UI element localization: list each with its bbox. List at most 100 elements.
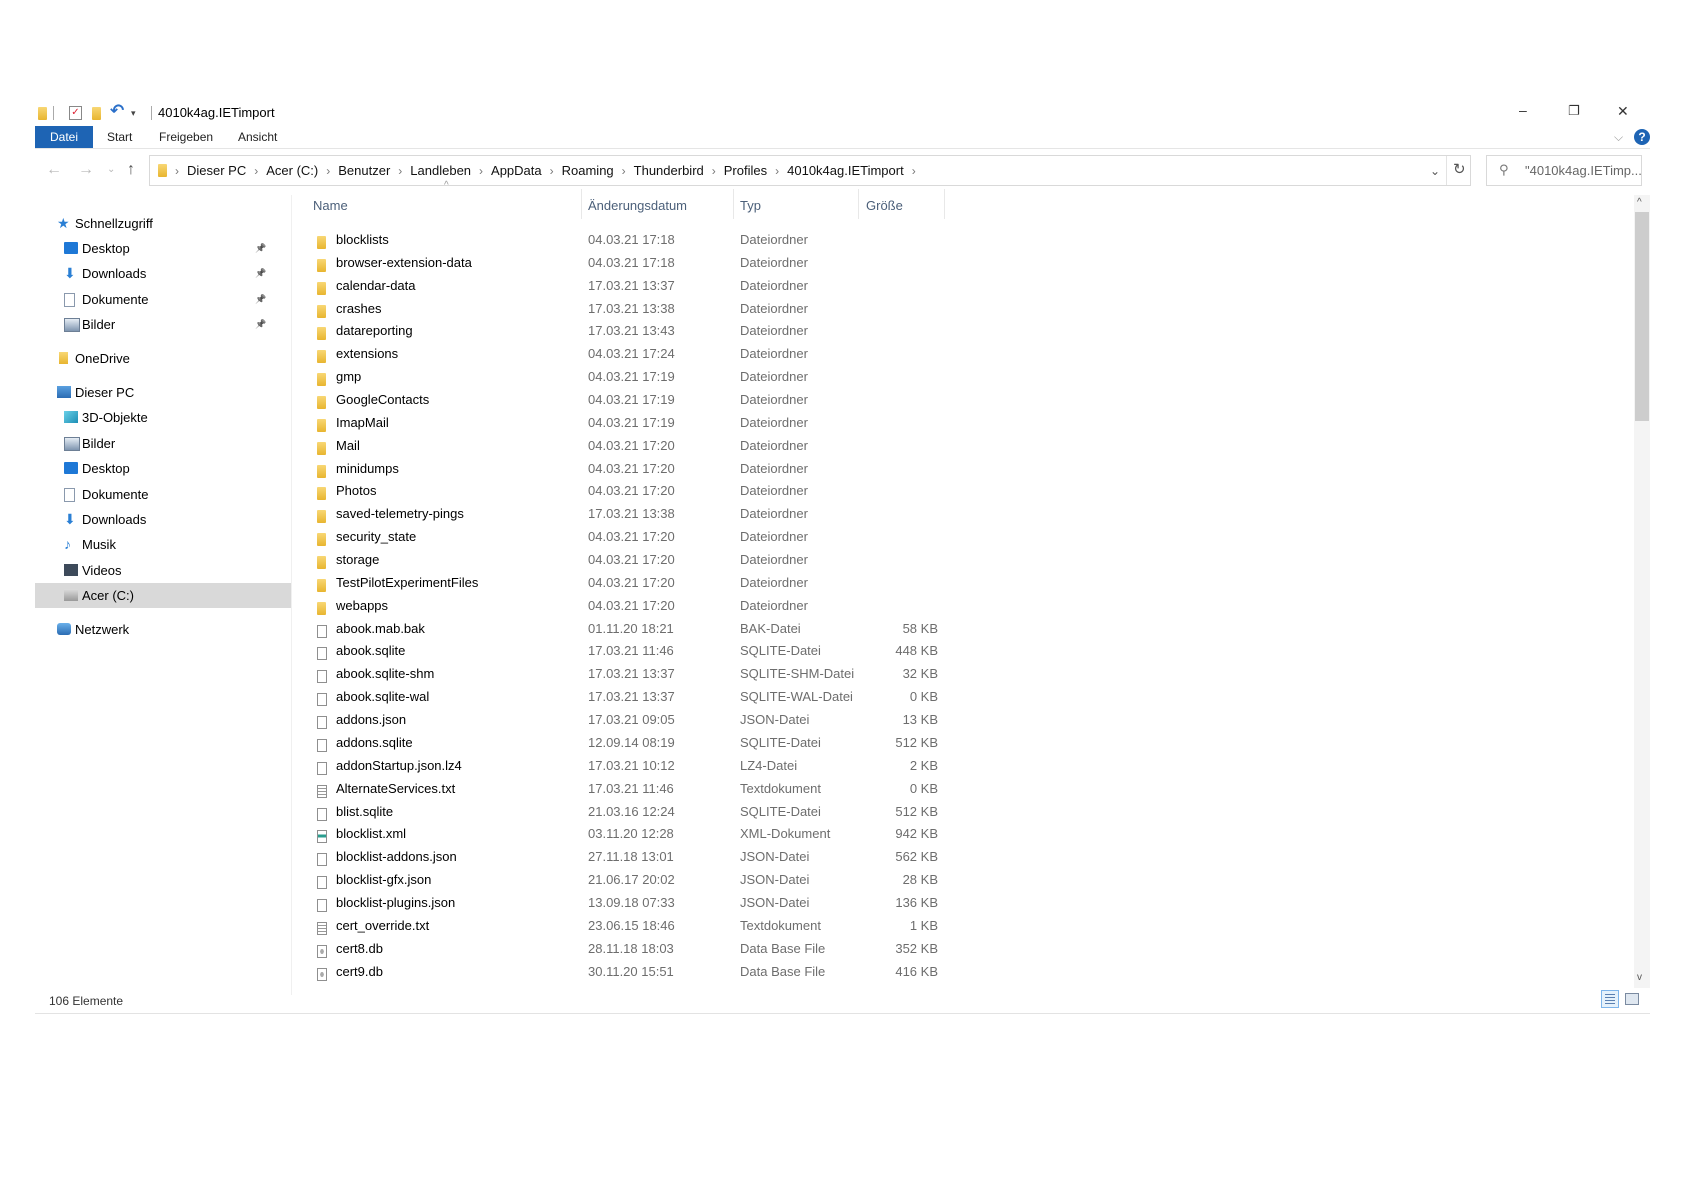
file-row[interactable]: abook.sqlite-wal 17.03.21 13:37 SQLITE-WAL… bbox=[293, 685, 953, 708]
file-row[interactable]: browser-extension-data 04.03.21 17:18 Date… bbox=[293, 251, 953, 274]
sidebar-item[interactable]: ⬇ Downloads bbox=[35, 507, 291, 532]
sidebar-item[interactable]: ♪ Musik bbox=[35, 532, 291, 557]
recent-locations-button[interactable]: ⌄ bbox=[107, 155, 115, 185]
tab-datei[interactable]: Datei bbox=[35, 126, 93, 148]
file-row[interactable]: Mail 04.03.21 17:20 Dateiordner bbox=[293, 434, 953, 457]
file-row[interactable]: cert_override.txt 23.06.15 18:46 Textdokum… bbox=[293, 914, 953, 937]
breadcrumb-item[interactable]: AppData bbox=[487, 163, 546, 178]
sidebar-item[interactable]: 3D-Objekte bbox=[35, 405, 291, 430]
breadcrumb-separator-icon[interactable]: › bbox=[322, 164, 334, 178]
sidebar-item[interactable]: Dokumente 📌 bbox=[35, 287, 291, 312]
properties-icon[interactable]: ✓ bbox=[69, 106, 82, 120]
scroll-down-arrow[interactable]: v bbox=[1637, 969, 1642, 987]
sidebar-item[interactable]: Desktop bbox=[35, 456, 291, 481]
breadcrumb-separator-icon[interactable]: › bbox=[475, 164, 487, 178]
close-button[interactable]: ✕ bbox=[1617, 102, 1629, 120]
sidebar-item[interactable]: Bilder bbox=[35, 431, 291, 456]
breadcrumb-item[interactable]: Profiles bbox=[720, 163, 771, 178]
file-row[interactable]: addons.sqlite 12.09.14 08:19 SQLITE-Datei 5… bbox=[293, 731, 953, 754]
file-row[interactable]: cert8.db 28.11.18 18:03 Data Base File 352 … bbox=[293, 937, 953, 960]
breadcrumb-separator-icon[interactable]: › bbox=[394, 164, 406, 178]
column-header-type[interactable]: Typ bbox=[740, 196, 761, 216]
large-icons-view-button[interactable] bbox=[1625, 993, 1639, 1005]
breadcrumb-separator-icon[interactable]: › bbox=[771, 164, 783, 178]
address-dropdown-icon[interactable]: ⌄ bbox=[1430, 162, 1440, 180]
breadcrumb-item[interactable]: Benutzer bbox=[334, 163, 394, 178]
breadcrumb-separator-icon[interactable]: › bbox=[618, 164, 630, 178]
pin-icon[interactable]: 📌 bbox=[255, 236, 266, 261]
sidebar-item[interactable]: Bilder 📌 bbox=[35, 312, 291, 337]
new-folder-icon[interactable] bbox=[92, 107, 101, 123]
file-row[interactable]: datareporting 17.03.21 13:43 Dateiordner bbox=[293, 319, 953, 342]
back-button[interactable]: ← bbox=[46, 155, 62, 185]
file-row[interactable]: webapps 04.03.21 17:20 Dateiordner bbox=[293, 594, 953, 617]
file-row[interactable]: addons.json 17.03.21 09:05 JSON-Datei 13 KB bbox=[293, 708, 953, 731]
file-row[interactable]: TestPilotExperimentFiles 04.03.21 17:20 Da… bbox=[293, 571, 953, 594]
sidebar-item[interactable]: OneDrive bbox=[35, 346, 291, 371]
file-row[interactable]: crashes 17.03.21 13:38 Dateiordner bbox=[293, 297, 953, 320]
undo-icon[interactable]: ↶ bbox=[110, 102, 124, 120]
up-button[interactable]: ↑ bbox=[127, 155, 135, 185]
sidebar-item[interactable]: Videos bbox=[35, 558, 291, 583]
file-row[interactable]: AlternateServices.txt 17.03.21 11:46 Textd… bbox=[293, 777, 953, 800]
tab-freigeben[interactable]: Freigeben bbox=[159, 126, 213, 148]
file-row[interactable]: security_state 04.03.21 17:20 Dateiordner bbox=[293, 525, 953, 548]
pin-icon[interactable]: 📌 bbox=[255, 261, 266, 286]
file-row[interactable]: cert9.db 30.11.20 15:51 Data Base File 416 … bbox=[293, 960, 953, 983]
pane-divider[interactable] bbox=[291, 195, 292, 995]
forward-button[interactable]: → bbox=[78, 155, 94, 185]
file-row[interactable] bbox=[293, 982, 953, 990]
column-divider[interactable] bbox=[733, 189, 734, 219]
column-header-name[interactable]: Name bbox=[313, 196, 348, 216]
file-row[interactable]: storage 04.03.21 17:20 Dateiordner bbox=[293, 548, 953, 571]
help-button[interactable]: ? bbox=[1634, 129, 1650, 145]
file-row[interactable]: abook.sqlite-shm 17.03.21 13:37 SQLITE-SHM… bbox=[293, 662, 953, 685]
tab-ansicht[interactable]: Ansicht bbox=[238, 126, 277, 148]
restore-button[interactable]: ❐ bbox=[1568, 102, 1580, 120]
file-row[interactable]: addonStartup.json.lz4 17.03.21 10:12 LZ4-D… bbox=[293, 754, 953, 777]
breadcrumb-item[interactable]: Roaming bbox=[558, 163, 618, 178]
pin-icon[interactable]: 📌 bbox=[255, 312, 266, 337]
search-input[interactable]: ⚲ "4010k4ag.IETimp... bbox=[1486, 155, 1642, 186]
sidebar-item[interactable]: Netzwerk bbox=[35, 617, 291, 642]
column-divider[interactable] bbox=[581, 189, 582, 219]
file-row[interactable]: minidumps 04.03.21 17:20 Dateiordner bbox=[293, 457, 953, 480]
sidebar-item[interactable]: Acer (C:) bbox=[35, 583, 291, 608]
sidebar-item[interactable]: Dokumente bbox=[35, 482, 291, 507]
breadcrumb-item[interactable]: Dieser PC bbox=[183, 163, 250, 178]
sidebar-item[interactable]: ⬇ Downloads 📌 bbox=[35, 261, 291, 286]
file-row[interactable]: saved-telemetry-pings 17.03.21 13:38 Datei… bbox=[293, 502, 953, 525]
file-row[interactable]: GoogleContacts 04.03.21 17:19 Dateiordner bbox=[293, 388, 953, 411]
breadcrumb-item[interactable]: Landleben bbox=[406, 163, 475, 178]
scroll-up-arrow[interactable]: ^ bbox=[1637, 194, 1642, 212]
breadcrumb-separator-icon[interactable]: › bbox=[908, 164, 920, 178]
sidebar-item[interactable]: Dieser PC bbox=[35, 380, 291, 405]
customize-quick-access-icon[interactable]: ▾ bbox=[131, 104, 136, 122]
file-row[interactable]: blocklist-addons.json 27.11.18 13:01 JSON-… bbox=[293, 845, 953, 868]
file-row[interactable]: abook.mab.bak 01.11.20 18:21 BAK-Datei 58 K… bbox=[293, 617, 953, 640]
breadcrumb-separator-icon[interactable]: › bbox=[171, 164, 183, 178]
file-row[interactable]: blist.sqlite 21.03.16 12:24 SQLITE-Datei 51… bbox=[293, 800, 953, 823]
file-row[interactable]: abook.sqlite 17.03.21 11:46 SQLITE-Datei 44… bbox=[293, 639, 953, 662]
sidebar-item[interactable]: ★ Schnellzugriff bbox=[35, 211, 291, 236]
details-view-button[interactable] bbox=[1601, 990, 1619, 1008]
refresh-icon[interactable]: ↻ bbox=[1453, 161, 1466, 179]
minimize-button[interactable]: – bbox=[1519, 101, 1527, 119]
scrollbar-thumb[interactable] bbox=[1635, 212, 1649, 421]
breadcrumb-separator-icon[interactable]: › bbox=[708, 164, 720, 178]
address-bar[interactable]: › Dieser PC › Acer (C:) › Benutzer › Landleben ›… bbox=[149, 155, 1471, 186]
file-row[interactable]: blocklist.xml 03.11.20 12:28 XML-Dokument 9… bbox=[293, 822, 953, 845]
tab-start[interactable]: Start bbox=[107, 126, 132, 148]
file-row[interactable]: ImapMail 04.03.21 17:19 Dateiordner bbox=[293, 411, 953, 434]
file-row[interactable]: calendar-data 17.03.21 13:37 Dateiordner bbox=[293, 274, 953, 297]
sidebar-item[interactable]: Desktop 📌 bbox=[35, 236, 291, 261]
breadcrumb-item[interactable]: Thunderbird bbox=[630, 163, 708, 178]
expand-ribbon-icon[interactable]: ⌵ bbox=[1614, 128, 1623, 146]
file-row[interactable]: Photos 04.03.21 17:20 Dateiordner bbox=[293, 479, 953, 502]
file-row[interactable]: extensions 04.03.21 17:24 Dateiordner bbox=[293, 342, 953, 365]
vertical-scrollbar[interactable]: ^ v bbox=[1634, 195, 1650, 988]
column-header-date[interactable]: Änderungsdatum bbox=[588, 196, 687, 216]
column-divider[interactable] bbox=[858, 189, 859, 219]
breadcrumb-separator-icon[interactable]: › bbox=[250, 164, 262, 178]
breadcrumb-item[interactable]: Acer (C:) bbox=[262, 163, 322, 178]
